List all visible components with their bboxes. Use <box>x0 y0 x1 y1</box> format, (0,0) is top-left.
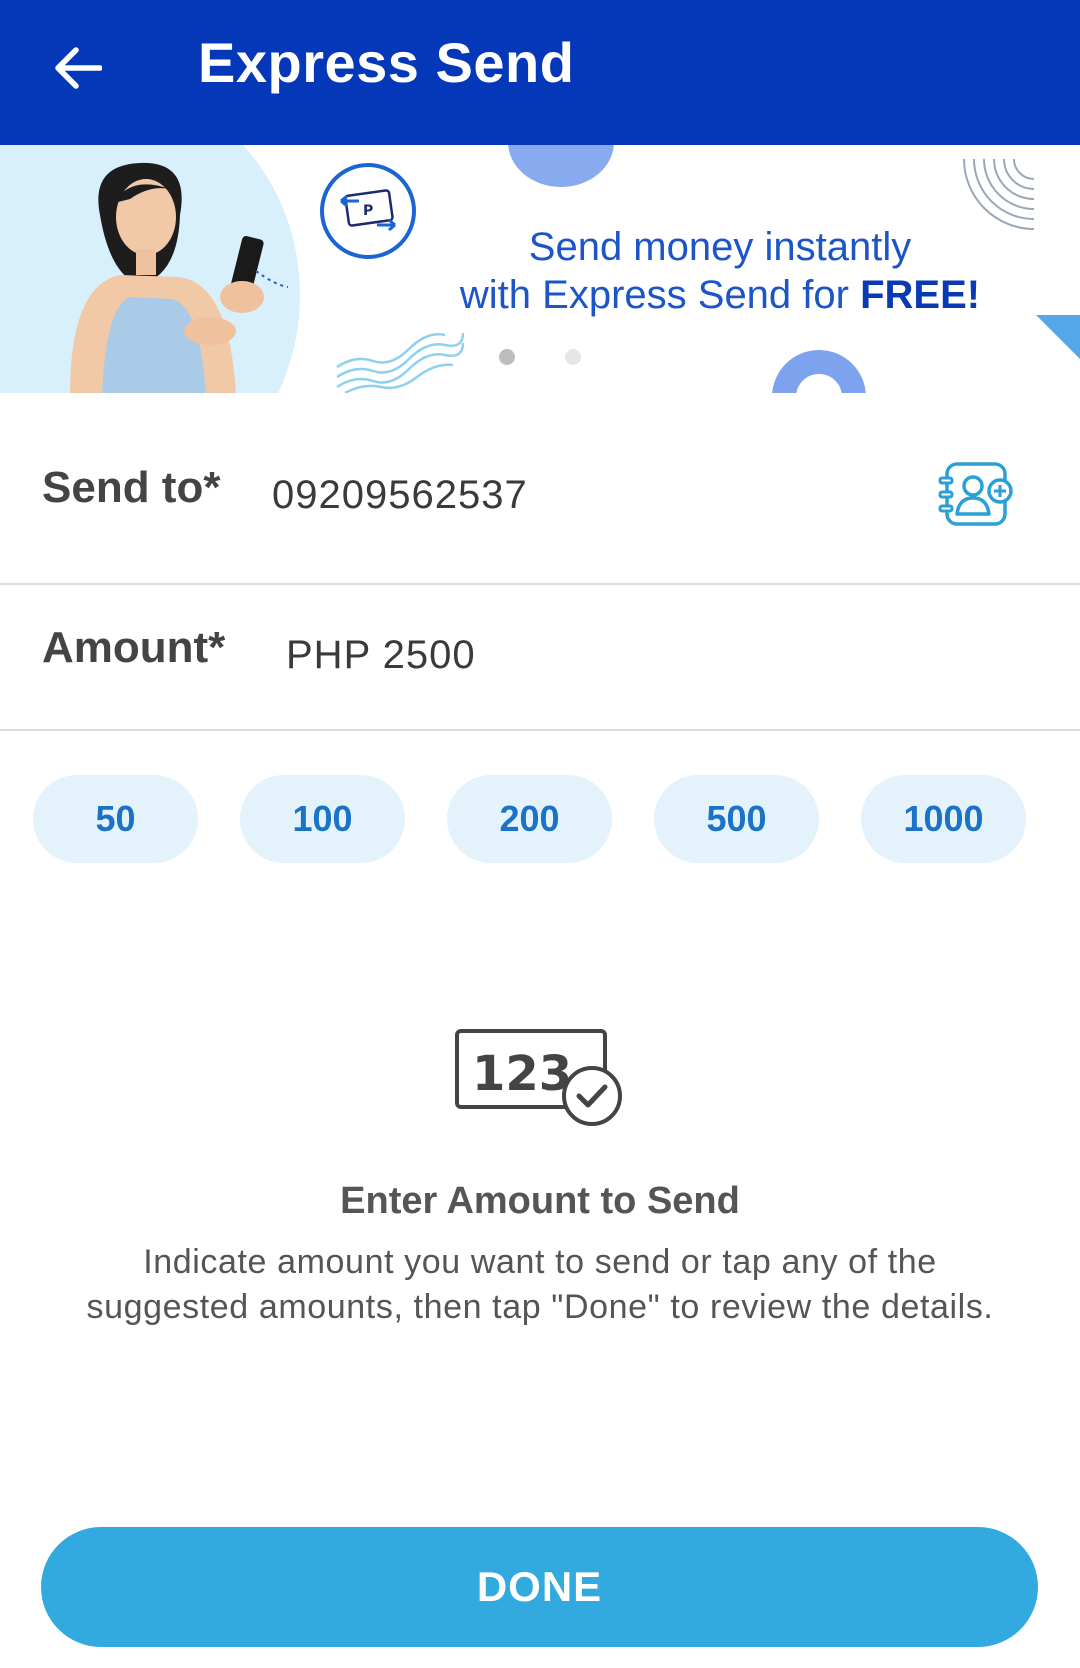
suggested-amounts: 50 100 200 500 1000 <box>33 775 1033 863</box>
amount-chip-500[interactable]: 500 <box>654 775 819 863</box>
decorative-triangle <box>1036 315 1080 359</box>
decorative-waves-icon <box>336 332 465 393</box>
back-button[interactable] <box>50 38 106 98</box>
amount-label: Amount* <box>42 623 226 672</box>
contacts-button[interactable] <box>937 458 1017 530</box>
decorative-ring <box>772 350 866 393</box>
info-heading: Enter Amount to Send <box>340 1180 740 1222</box>
banner-free-emphasis: FREE! <box>860 273 981 317</box>
send-to-field[interactable]: 09209562537 <box>272 473 528 518</box>
svg-text:P: P <box>363 203 373 219</box>
banner-line-1: Send money instantly <box>528 225 912 269</box>
send-to-row: Send to* 09209562537 <box>0 393 1080 585</box>
banner-line-2: with Express Send for FREE! <box>400 271 1040 319</box>
app-header: Express Send <box>0 0 1080 145</box>
carousel-dot[interactable] <box>565 349 581 365</box>
amount-row: Amount* PHP 2500 <box>0 585 1080 731</box>
peso-transfer-icon: P <box>340 189 396 232</box>
amount-chip-1000[interactable]: 1000 <box>861 775 1026 863</box>
banner-line-2-text: with Express Send for <box>459 273 861 317</box>
contacts-add-icon <box>938 462 1013 526</box>
amount-chip-200[interactable]: 200 <box>447 775 612 863</box>
decorative-circle <box>508 145 614 187</box>
amount-field[interactable]: PHP 2500 <box>286 633 476 678</box>
promo-person-image <box>70 162 289 393</box>
express-send-screen: Express Send P Send money instantly with… <box>0 0 1080 1668</box>
page-title: Express Send <box>198 31 575 94</box>
amount-chip-50[interactable]: 50 <box>33 775 198 863</box>
done-button[interactable]: DONE <box>41 1527 1038 1647</box>
decorative-arcs-icon <box>963 158 1035 230</box>
carousel-dot-active[interactable] <box>499 349 515 365</box>
info-description: Indicate amount you want to send or tap … <box>86 1243 994 1326</box>
banner-headline: Send money instantly with Express Send f… <box>400 223 1040 319</box>
promo-banner[interactable]: P Send money instantly with Express Send… <box>0 145 1080 393</box>
send-to-label: Send to* <box>42 463 221 512</box>
amount-chip-100[interactable]: 100 <box>240 775 405 863</box>
arrow-left-icon <box>55 47 102 89</box>
amount-check-icon: 123 <box>455 1029 622 1126</box>
amount-icon-digits: 123 <box>472 1046 572 1102</box>
